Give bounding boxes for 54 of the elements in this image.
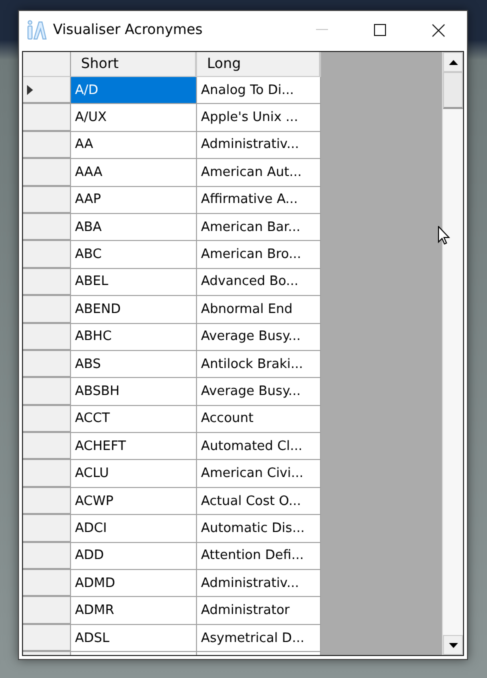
table-cell[interactable]: Apple's Unix ... — [197, 104, 321, 132]
column-header[interactable]: Short — [71, 52, 197, 77]
table-cell[interactable]: Analog To Di... — [197, 77, 321, 104]
table-cell[interactable]: ABC — [71, 241, 197, 269]
table-cell[interactable]: A/D — [71, 77, 197, 104]
table-cell[interactable]: American Bro... — [197, 241, 321, 269]
row-header[interactable] — [23, 77, 71, 104]
table-cell[interactable]: Automatic Dis... — [197, 515, 321, 543]
scroll-down-button[interactable] — [443, 635, 463, 655]
table-cell[interactable]: ADD — [71, 542, 197, 570]
table-cell[interactable]: Administrativ... — [197, 570, 321, 598]
table-cell[interactable]: ABEND — [71, 296, 197, 324]
up-arrow-icon — [448, 60, 458, 64]
table-cell[interactable]: Advanced Bo... — [197, 268, 321, 296]
table-cell[interactable]: ADSL — [71, 624, 197, 652]
table-cell[interactable]: Average Busy... — [197, 378, 321, 406]
table-cell[interactable]: American Bar... — [197, 214, 321, 242]
table-cell[interactable]: American Aut... — [197, 159, 321, 187]
table-cell[interactable]: ADMD — [71, 570, 197, 598]
down-arrow-icon — [448, 642, 458, 648]
table-cell[interactable]: ABHC — [71, 324, 197, 351]
table-cell[interactable]: AA — [71, 132, 197, 160]
table-cell[interactable]: Automated Cl... — [197, 433, 321, 460]
table-cell[interactable]: Administrator — [197, 597, 321, 625]
table-cell[interactable]: ACHEFT — [71, 433, 197, 460]
window-title: Visualiser Acronymes — [53, 22, 204, 38]
table-cell[interactable]: Affirmative A... — [197, 186, 321, 214]
table-cell[interactable]: ABS — [71, 350, 197, 378]
table-cell[interactable]: American Civi... — [197, 460, 321, 488]
table-cell[interactable]: Attention Defi... — [197, 542, 321, 570]
table-cell[interactable]: ACWP — [71, 488, 197, 516]
table-cell[interactable]: Actual Cost O... — [197, 488, 321, 516]
table-cell[interactable]: Antilock Braki... — [197, 350, 321, 378]
mouse-cursor-icon — [438, 226, 450, 245]
table-cell[interactable]: ADMR — [71, 597, 197, 625]
table-cell[interactable]: Account — [197, 406, 321, 434]
vertical-scrollbar[interactable] — [442, 52, 463, 655]
table-cell[interactable]: Asymetrical D... — [197, 624, 321, 652]
table-cell[interactable]: AAP — [71, 186, 197, 214]
table-cell[interactable]: ABEL — [71, 268, 197, 296]
table-cell[interactable]: A/UX — [71, 104, 197, 132]
table-cell[interactable]: AAA — [71, 159, 197, 187]
app-icon — [27, 20, 47, 40]
column-header[interactable]: Long — [197, 52, 321, 77]
table-cell[interactable]: ACCT — [71, 406, 197, 434]
table-cell[interactable]: Average Busy... — [197, 324, 321, 351]
table-cell[interactable]: ABSBH — [71, 378, 197, 406]
scroll-up-button[interactable] — [443, 52, 463, 72]
table-cell[interactable]: ACLU — [71, 460, 197, 488]
table-cell[interactable]: Administrativ... — [197, 132, 321, 160]
table-cell[interactable]: ABA — [71, 214, 197, 242]
table-cell[interactable]: ADCI — [71, 515, 197, 543]
scroll-thumb[interactable] — [443, 72, 463, 109]
table-cell[interactable]: Abnormal End — [197, 296, 321, 324]
